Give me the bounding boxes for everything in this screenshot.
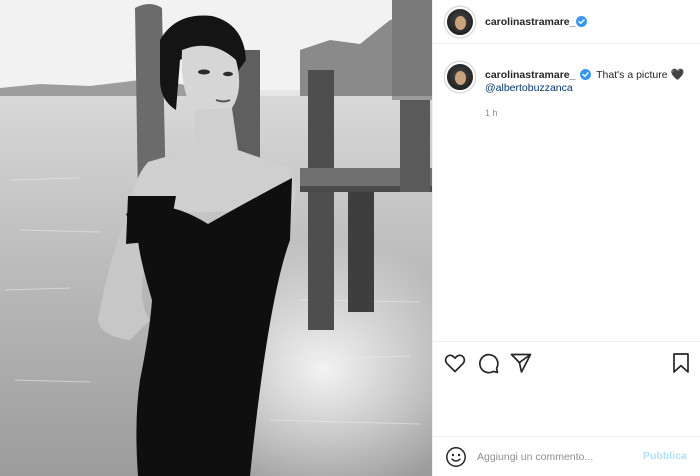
post-timestamp[interactable]: 1 h (485, 108, 498, 118)
avatar-face (455, 16, 466, 30)
add-comment-bar: Pubblica (433, 436, 700, 476)
caption-author-avatar[interactable] (445, 62, 475, 92)
post-side-panel: carolinastramare_ carolinastramare_ That… (432, 0, 700, 476)
avatar-face (455, 71, 466, 85)
verified-badge-icon (576, 16, 587, 27)
verified-badge-icon (580, 69, 592, 80)
mention-link[interactable]: @albertobuzzanca (485, 82, 573, 94)
post-header: carolinastramare_ (433, 0, 700, 44)
divider (433, 341, 700, 342)
author-avatar[interactable] (445, 7, 475, 37)
emoji-smiley-icon[interactable] (445, 446, 467, 468)
comment-bubble-icon[interactable] (476, 351, 500, 375)
black-heart-icon: 🖤 (670, 69, 685, 81)
paper-plane-icon[interactable] (509, 351, 533, 375)
comment-input[interactable] (477, 446, 637, 468)
post-photo[interactable] (0, 0, 432, 476)
author-username[interactable]: carolinastramare_ (485, 16, 575, 28)
caption-author-username[interactable]: carolinastramare_ (485, 69, 575, 81)
caption-text: That's a picture (596, 69, 668, 81)
photo-illustration (0, 0, 432, 476)
heart-outline-icon[interactable] (443, 351, 467, 375)
publish-button[interactable]: Pubblica (643, 450, 687, 462)
bookmark-icon[interactable] (669, 351, 693, 375)
